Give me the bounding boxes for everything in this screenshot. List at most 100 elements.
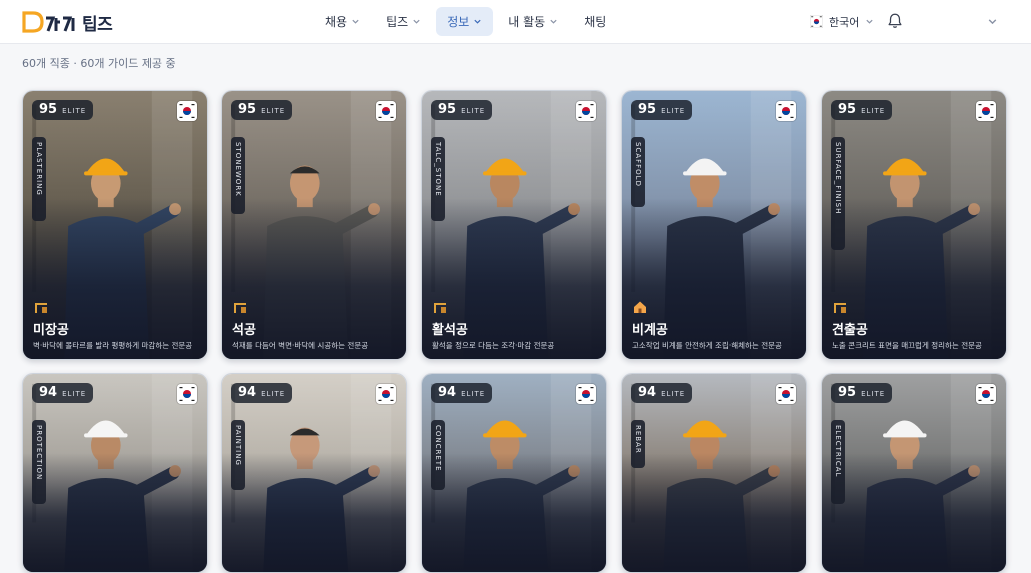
- house-icon: [634, 301, 646, 313]
- trade-code-text: SCAFFOLD: [634, 142, 642, 187]
- language-selector[interactable]: 한국어: [810, 7, 874, 36]
- trade-name: 견출공: [832, 323, 868, 338]
- korea-flag-icon: [776, 384, 796, 404]
- score-value: 95: [838, 102, 857, 117]
- tier-label: ELITE: [861, 390, 886, 398]
- score-value: 95: [238, 102, 257, 117]
- trade-code-tag: REBAR: [631, 420, 645, 468]
- nav-item-chat[interactable]: 채팅: [573, 7, 617, 36]
- korea-flag-icon: [177, 384, 197, 404]
- tier-label: ELITE: [661, 107, 686, 115]
- logo[interactable]: 팁즈: [22, 8, 113, 36]
- trade-card[interactable]: 95 ELITE STONEWORK 석공 석재를 다듬어 벽면·바닥에 시공하…: [221, 90, 407, 360]
- korea-flag-icon: [177, 101, 197, 121]
- trade-code-text: CONCRETE: [434, 425, 442, 472]
- score-badge: 95 ELITE: [831, 383, 893, 403]
- korea-flag-icon: [776, 101, 796, 121]
- nav-item-label: 채용: [325, 15, 348, 29]
- trade-name: 활석공: [432, 323, 468, 338]
- tier-label: ELITE: [661, 390, 686, 398]
- trade-card[interactable]: 94 ELITE REBAR: [621, 373, 807, 573]
- trade-description: 고소작업 비계를 안전하게 조립·해체하는 전문공: [632, 341, 782, 350]
- trade-card[interactable]: 95 ELITE SCAFFOLD 비계공 고소작업 비계를 안전하게 조립·해…: [621, 90, 807, 360]
- nav-item-info[interactable]: 정보: [436, 7, 494, 36]
- card-gradient: [822, 453, 1006, 572]
- construction-icon: [434, 303, 446, 313]
- tier-label: ELITE: [861, 107, 886, 115]
- trade-description: 석재를 다듬어 벽면·바닥에 시공하는 전문공: [232, 341, 369, 350]
- top-header: 팁즈 채용 팁즈 정보 내 활동 채팅 한국어: [0, 0, 1031, 44]
- trade-card[interactable]: 94 ELITE PAINTING: [221, 373, 407, 573]
- tier-label: ELITE: [261, 107, 286, 115]
- nav-item-my-activity[interactable]: 내 활동: [497, 7, 569, 36]
- trade-name: 미장공: [33, 323, 69, 338]
- trade-code-tag: STONEWORK: [231, 137, 245, 214]
- trade-card[interactable]: 94 ELITE CONCRETE: [421, 373, 607, 573]
- trade-code-tag: SURFACE_FINISH: [831, 137, 845, 250]
- score-value: 94: [238, 385, 257, 400]
- tier-label: ELITE: [461, 390, 486, 398]
- nav-item-tipz[interactable]: 팁즈: [375, 7, 432, 36]
- nav-item-jobs[interactable]: 채용: [314, 7, 371, 36]
- trade-card[interactable]: 95 ELITE SURFACE_FINISH 견출공 노출 콘크리트 표면을 …: [821, 90, 1007, 360]
- korea-flag-icon: [576, 384, 596, 404]
- score-badge: 95 ELITE: [231, 100, 293, 120]
- korea-flag-icon: [576, 101, 596, 121]
- trade-card[interactable]: 95 ELITE PLASTERING 미장공 벽·바닥에 몰타르를 발라 평평…: [22, 90, 208, 360]
- score-badge: 94 ELITE: [431, 383, 493, 403]
- chevron-down-icon: [866, 19, 873, 24]
- score-value: 94: [638, 385, 657, 400]
- korea-flag-icon: [376, 384, 396, 404]
- trade-name: 비계공: [632, 323, 668, 338]
- trade-code-tag: CONCRETE: [431, 420, 445, 490]
- score-badge: 95 ELITE: [32, 100, 94, 120]
- trade-name: 석공: [232, 323, 256, 338]
- trade-code-text: ELECTRICAL: [834, 425, 842, 478]
- trade-code-text: SURFACE_FINISH: [834, 142, 842, 215]
- score-value: 94: [39, 385, 58, 400]
- trade-card[interactable]: 95 ELITE TALC_STONE 활석공 활석을 정으로 다듬는 조각·마…: [421, 90, 607, 360]
- trade-code-text: STONEWORK: [234, 142, 242, 197]
- card-gradient: [622, 453, 806, 572]
- trade-code-tag: TALC_STONE: [431, 137, 445, 221]
- tier-label: ELITE: [62, 390, 87, 398]
- score-badge: 95 ELITE: [431, 100, 493, 120]
- bell-icon[interactable]: [886, 12, 904, 30]
- trade-code-tag: PAINTING: [231, 420, 245, 490]
- chevron-down-icon: [550, 19, 557, 24]
- score-badge: 94 ELITE: [631, 383, 693, 403]
- trade-code-tag: ELECTRICAL: [831, 420, 845, 504]
- card-gradient: [222, 453, 406, 572]
- chevron-down-icon: [474, 19, 481, 24]
- tier-label: ELITE: [261, 390, 286, 398]
- construction-icon: [834, 303, 846, 313]
- score-value: 95: [638, 102, 657, 117]
- nav-item-label: 정보: [447, 15, 470, 29]
- card-gradient: [422, 453, 606, 572]
- tier-label: ELITE: [62, 107, 87, 115]
- trade-card[interactable]: 95 ELITE ELECTRICAL: [821, 373, 1007, 573]
- score-value: 95: [39, 102, 58, 117]
- trade-code-text: TALC_STONE: [434, 142, 442, 197]
- score-value: 94: [438, 385, 457, 400]
- logo-mark-icon: [22, 9, 76, 35]
- construction-icon: [234, 303, 246, 313]
- chevron-down-icon: [413, 19, 420, 24]
- trade-code-text: PLASTERING: [35, 142, 43, 196]
- nav-item-label: 내 활동: [508, 15, 546, 29]
- trade-code-text: REBAR: [634, 425, 642, 454]
- nav-item-label: 채팅: [584, 15, 607, 29]
- trade-description: 노출 콘크리트 표면을 매끄럽게 정리하는 전문공: [832, 341, 982, 350]
- logo-text: 팁즈: [82, 14, 113, 35]
- score-badge: 95 ELITE: [831, 100, 893, 120]
- trade-description: 활석을 정으로 다듬는 조각·마감 전문공: [432, 341, 555, 350]
- account-menu-chevron-icon[interactable]: [987, 16, 998, 27]
- trade-code-tag: PROTECTION: [32, 420, 46, 504]
- trade-card[interactable]: 94 ELITE PROTECTION: [22, 373, 208, 573]
- trade-code-tag: SCAFFOLD: [631, 137, 645, 207]
- score-badge: 95 ELITE: [631, 100, 693, 120]
- guide-count-subtitle: 60개 직종 · 60개 가이드 제공 중: [22, 57, 176, 70]
- korea-flag-icon: [810, 15, 823, 28]
- korea-flag-icon: [976, 101, 996, 121]
- korea-flag-icon: [976, 384, 996, 404]
